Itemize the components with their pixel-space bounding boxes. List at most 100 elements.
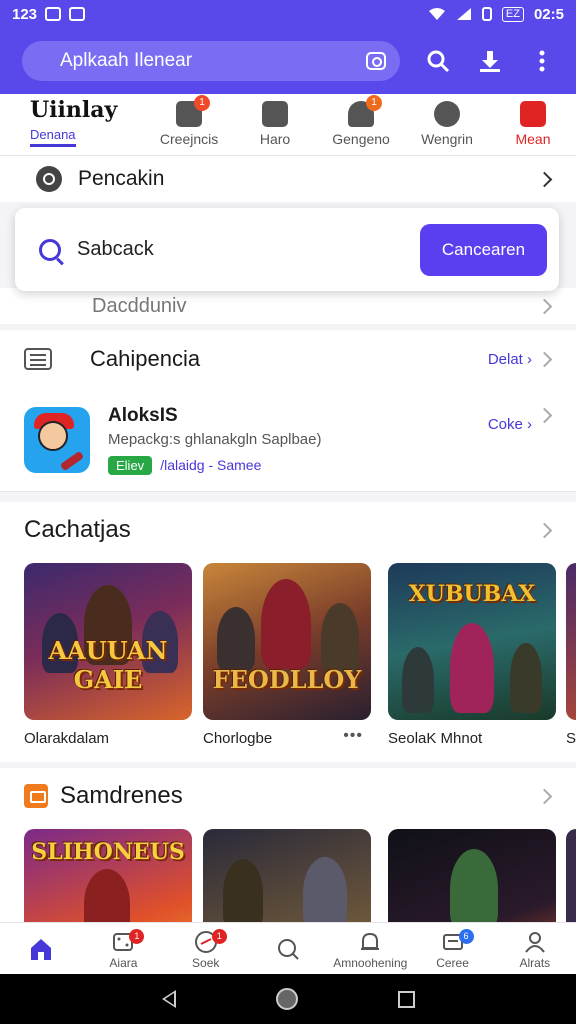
game-logo: SLIHONEUS [31, 839, 185, 865]
magnifier-icon [36, 166, 62, 192]
game-logo: AAUUAN GAIE [48, 636, 168, 694]
cancel-button[interactable]: Cancearen [420, 223, 547, 276]
signal-icon [456, 8, 471, 20]
game-title: SeolaK Mhnot [388, 730, 483, 747]
game-card[interactable] [388, 829, 556, 924]
search-icon [39, 238, 61, 261]
search-button[interactable] [424, 47, 452, 75]
back-icon[interactable] [161, 990, 176, 1008]
nav-search[interactable] [247, 923, 329, 974]
chevron-right-icon [536, 788, 553, 804]
detail-link[interactable]: Delat › [488, 351, 532, 368]
chevron-right-icon [536, 407, 553, 424]
chevron-right-icon [536, 351, 553, 367]
tab-haro[interactable]: Haro [232, 94, 318, 155]
sim-icon [481, 7, 492, 21]
home-button-icon[interactable] [275, 988, 298, 1010]
tab-label: Gengeno [332, 131, 390, 147]
app-tag: Eliev [108, 455, 153, 475]
game-card[interactable]: XUBUBAX SeolaK Mhnot [388, 563, 556, 747]
nav-aiara[interactable]: 1 Aiara [82, 923, 164, 974]
tab-wengrin[interactable]: Wengrin [404, 94, 490, 155]
nav-badge: 6 [458, 929, 474, 944]
app-description: Mepackg:s ghlanakgln Saplbae) [108, 430, 322, 448]
featured-app-row[interactable]: AloksIS Mepackg:s ghlanakgln Saplbae) El… [0, 388, 576, 492]
game-logo: XUBUBAX [408, 581, 536, 607]
section-header[interactable]: Cachatjas [0, 502, 576, 558]
game-art [388, 829, 556, 924]
tab-badge: 1 [366, 95, 383, 111]
game-carousel: SLIHONEUS [0, 824, 576, 924]
nav-ceree[interactable]: 6 Ceree [411, 923, 493, 974]
app-name: AloksIS [108, 404, 178, 426]
game-title: S [566, 730, 576, 747]
game-card[interactable]: S [566, 563, 576, 747]
battery-icon: EZ [501, 6, 524, 22]
more-options-icon[interactable]: ••• [343, 727, 363, 745]
wifi-icon [428, 8, 445, 20]
tab-mean[interactable]: Mean [490, 94, 576, 155]
game-card[interactable] [203, 829, 371, 924]
status-time: 123 [12, 5, 38, 23]
section-title: Samdrenes [60, 782, 183, 809]
chevron-right-icon [536, 298, 553, 314]
tab-label: Haro [259, 131, 291, 147]
game-logo: FEODLLOY [212, 665, 362, 694]
game-art: FEODLLOY [203, 563, 371, 720]
game-card[interactable] [566, 829, 576, 924]
chevron-right-icon [536, 171, 553, 187]
search-icon [427, 50, 450, 73]
nav-home[interactable] [0, 923, 82, 974]
hidden-row-label: Dacdduniv [92, 294, 187, 317]
nav-badge: 1 [211, 929, 227, 944]
bell-icon: 1 [348, 95, 383, 127]
search-suggestion[interactable]: Sabcack [77, 238, 154, 261]
partially-hidden-row[interactable]: Dacdduniv [0, 288, 576, 324]
nav-profile[interactable]: Alrats [494, 923, 576, 974]
pencakin-row[interactable]: Pencakin [0, 156, 576, 202]
game-card[interactable]: AAUUAN GAIE Olarakdalam [24, 563, 192, 747]
home-icon [31, 938, 52, 960]
recents-icon[interactable] [397, 990, 415, 1008]
tab-gengeno[interactable]: 1 Gengeno [318, 94, 404, 155]
download-icon [480, 51, 500, 72]
bottom-navigation: 1 Aiara 1 Soek Amnoohening 6 Ceree Alrat… [0, 922, 576, 974]
nav-label: Alrats [519, 955, 551, 970]
download-button[interactable] [476, 47, 504, 75]
status-bar: 123 EZ 02:5 [0, 0, 576, 28]
game-art: XUBUBAX [388, 563, 556, 720]
search-icon [277, 938, 299, 960]
edit-icon: 1 [176, 95, 211, 127]
search-input[interactable]: Aplkaah Ilenear [60, 50, 192, 72]
more-vertical-icon [539, 50, 545, 72]
tab-sublabel: Denana [30, 127, 76, 147]
game-art [203, 829, 371, 924]
game-art [566, 829, 576, 924]
section-title: Cachatjas [24, 516, 131, 543]
close-icon [520, 101, 546, 127]
search-bar[interactable]: Aplkaah Ilenear [22, 41, 400, 81]
nav-label: Amnoohening [333, 955, 408, 970]
status-clock: 02:5 [533, 5, 564, 23]
profile-icon [525, 931, 545, 953]
section-header[interactable]: Samdrenes [0, 768, 576, 824]
notification-icon [45, 7, 62, 21]
game-card[interactable]: FEODLLOY Chorlogbe ••• [203, 563, 371, 747]
tab-label: Creejncis [159, 131, 219, 147]
nav-notifications[interactable]: Amnoohening [329, 923, 411, 974]
tab-uiinlay[interactable]: Uiinlay Denana [0, 94, 146, 155]
app-category: /lalaidg - Samee [160, 457, 262, 473]
app-icon [24, 406, 90, 473]
nav-label: Soek [192, 955, 220, 970]
nav-soek[interactable]: 1 Soek [165, 923, 247, 974]
game-title: Olarakdalam [24, 730, 110, 747]
tab-creejncis[interactable]: 1 Creejncis [146, 94, 232, 155]
tab-label: Uiinlay [30, 97, 118, 123]
app-link[interactable]: Coke › [488, 416, 532, 433]
category-tabs: Uiinlay Denana 1 Creejncis Haro 1 Gengen… [0, 94, 576, 156]
camera-icon[interactable] [366, 52, 386, 70]
game-carousel: AAUUAN GAIE Olarakdalam FEODLLOY Chorlog… [0, 558, 576, 762]
more-menu-button[interactable] [528, 47, 556, 75]
cahipencia-row[interactable]: Cahipencia Delat › [0, 330, 576, 388]
game-card[interactable]: SLIHONEUS [24, 829, 192, 924]
